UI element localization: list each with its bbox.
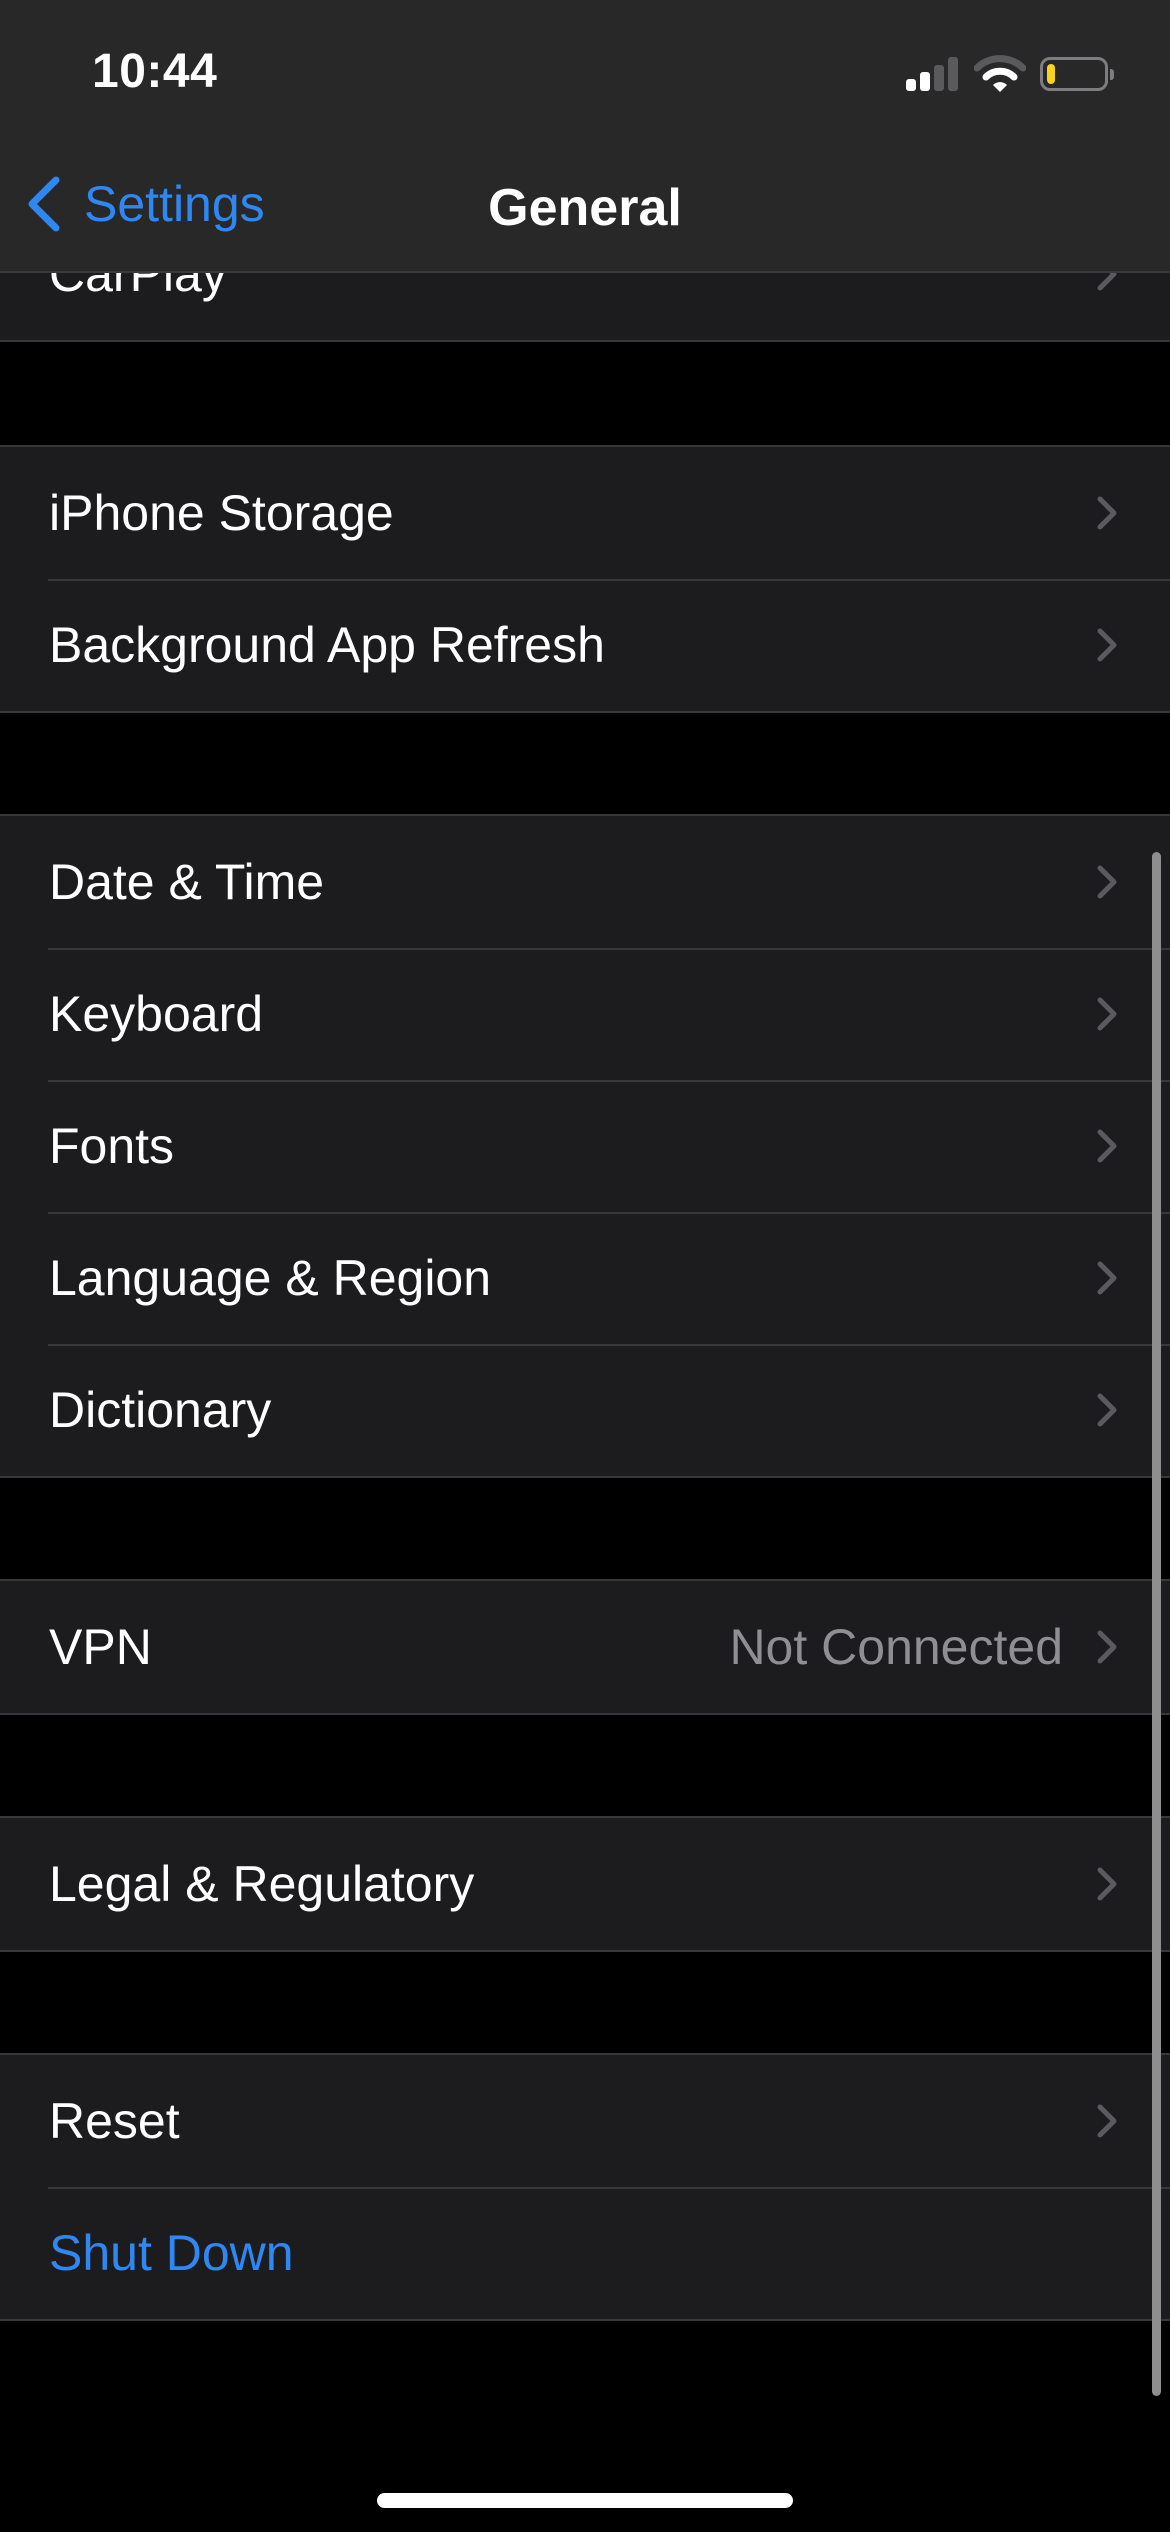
chevron-right-icon <box>1097 496 1117 530</box>
list-item-vpn[interactable]: VPN Not Connected <box>0 1581 1170 1713</box>
signal-bar <box>948 57 958 91</box>
row-label: Language & Region <box>49 1250 492 1306</box>
vertical-scrollbar[interactable] <box>1152 852 1161 2396</box>
signal-bar <box>906 79 916 91</box>
signal-bar <box>920 72 930 91</box>
status-bar: 10:44 <box>0 0 1170 140</box>
wifi-icon <box>974 55 1026 92</box>
list-item-language-region[interactable]: Language & Region <box>0 1212 1170 1344</box>
list-item-fonts[interactable]: Fonts <box>0 1080 1170 1212</box>
chevron-right-icon <box>1097 1129 1117 1163</box>
row-label: iPhone Storage <box>49 485 394 541</box>
chevron-right-icon <box>1097 628 1117 662</box>
home-indicator[interactable] <box>377 2493 793 2508</box>
list-item-reset[interactable]: Reset <box>0 2055 1170 2187</box>
row-label: Legal & Regulatory <box>49 1856 475 1912</box>
row-label: Fonts <box>49 1118 175 1174</box>
list-item-iphone-storage[interactable]: iPhone Storage <box>0 447 1170 579</box>
vpn-status-value: Not Connected <box>729 1619 1063 1675</box>
navigation-bar: Settings General <box>0 140 1170 273</box>
settings-group-reset: Reset Shut Down <box>0 2053 1170 2321</box>
row-label: Background App Refresh <box>49 617 605 673</box>
settings-group-locale: Date & Time Keyboard Fonts Language & Re… <box>0 814 1170 1478</box>
chevron-right-icon <box>1097 1393 1117 1427</box>
chevron-right-icon <box>1097 1630 1117 1664</box>
list-item-dictionary[interactable]: Dictionary <box>0 1344 1170 1476</box>
settings-group-legal: Legal & Regulatory <box>0 1816 1170 1952</box>
settings-group-storage: iPhone Storage Background App Refresh <box>0 445 1170 713</box>
list-item-keyboard[interactable]: Keyboard <box>0 948 1170 1080</box>
row-label: Dictionary <box>49 1382 272 1438</box>
row-label: Reset <box>49 2093 180 2149</box>
battery-nub <box>1110 69 1114 80</box>
chevron-right-icon <box>1097 2104 1117 2138</box>
row-label: Date & Time <box>49 854 325 910</box>
chevron-right-icon <box>1097 1261 1117 1295</box>
chevron-right-icon <box>1097 997 1117 1031</box>
chevron-right-icon <box>1097 865 1117 899</box>
battery-level <box>1047 64 1055 84</box>
settings-group-vpn: VPN Not Connected <box>0 1579 1170 1715</box>
row-label: Keyboard <box>49 986 264 1042</box>
list-item-background-app-refresh[interactable]: Background App Refresh <box>0 579 1170 711</box>
battery-icon <box>1040 57 1114 91</box>
chevron-right-icon <box>1097 1867 1117 1901</box>
list-item-date-time[interactable]: Date & Time <box>0 816 1170 948</box>
cellular-signal-icon <box>906 57 960 91</box>
page-title: General <box>488 179 682 237</box>
status-time: 10:44 <box>92 45 218 98</box>
shut-down-label: Shut Down <box>49 2225 294 2281</box>
list-item-legal-regulatory[interactable]: Legal & Regulatory <box>0 1818 1170 1950</box>
row-label: VPN <box>49 1619 152 1675</box>
shut-down-button[interactable]: Shut Down <box>0 2187 1170 2319</box>
signal-bar <box>934 65 944 91</box>
